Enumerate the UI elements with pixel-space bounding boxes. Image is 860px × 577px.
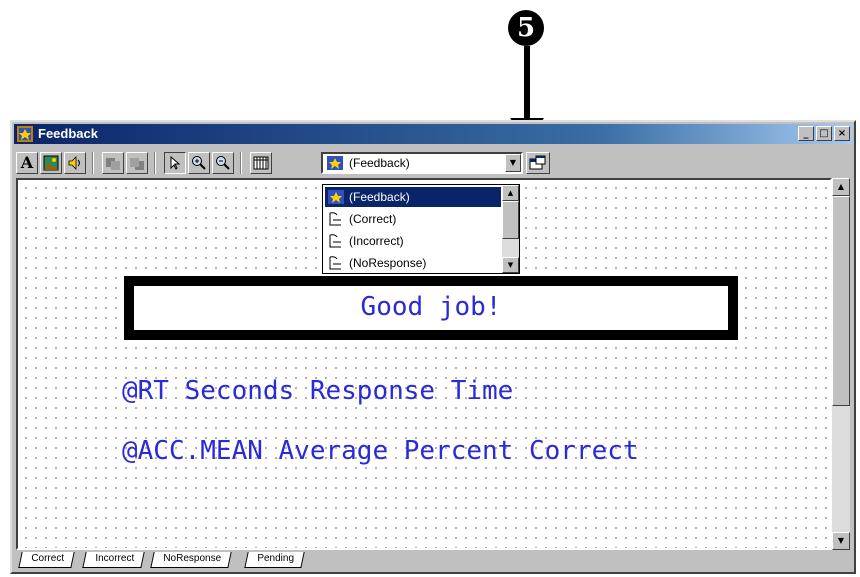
zoom-in-icon [192,156,206,170]
slide-state-icon [329,212,341,226]
zoom-out-button[interactable] [212,152,234,174]
dropdown-scroll-thumb[interactable] [502,201,519,239]
tab-noresponse[interactable]: NoResponse [150,552,232,568]
toolbar: A (Feedback) ▼ [14,148,852,176]
object-option[interactable]: (Feedback) [325,187,501,207]
window-title: Feedback [38,126,98,141]
properties-icon [529,155,546,170]
chevron-down-icon[interactable]: ▼ [505,154,521,172]
response-time-text[interactable]: @RT Seconds Response Time [122,376,513,406]
dropdown-scroll-up-button[interactable]: ▲ [502,185,519,201]
send-backward-button[interactable] [126,152,148,174]
object-selector-value: (Feedback) [349,156,410,170]
feedback-object-icon [327,156,343,170]
maximize-button[interactable]: □ [816,126,832,141]
scroll-thumb[interactable] [832,196,850,406]
object-option-label: (Incorrect) [349,234,404,248]
toolbar-separator [154,152,156,174]
object-option[interactable]: (NoResponse) [325,253,501,273]
text-tool-button[interactable]: A [16,152,38,174]
object-option-label: (Correct) [349,212,397,226]
minimize-button[interactable]: _ [798,126,814,141]
feedback-app-icon [17,126,33,142]
toolbar-separator [240,152,242,174]
scroll-down-button[interactable]: ▼ [832,532,850,550]
object-option-label: (NoResponse) [349,256,427,270]
toolbar-separator [92,152,94,174]
object-selector-list[interactable]: (Feedback) (Correct) (Incorrect) (NoResp… [322,184,520,274]
tab-pending[interactable]: Pending [244,552,305,568]
pointer-icon [170,155,181,170]
image-icon [43,155,59,171]
bring-forward-button[interactable] [102,152,124,174]
object-option[interactable]: (Incorrect) [325,231,501,251]
callout-number-badge: 5 [508,10,544,46]
accuracy-text[interactable]: @ACC.MEAN Average Percent Correct [122,436,639,466]
callout-arrow-shaft [524,46,530,120]
zoom-in-button[interactable] [188,152,210,174]
feedback-text-box[interactable]: Good job! [124,276,738,340]
feedback-window: Feedback _ □ × A (Feedback) ▼ Good job! … [10,120,856,574]
state-tabs: Correct Incorrect NoResponse Pending [16,552,836,572]
select-tool-button[interactable] [164,152,186,174]
tab-correct[interactable]: Correct [18,552,75,568]
sound-tool-button[interactable] [64,152,86,174]
vertical-scrollbar[interactable]: ▲ ▼ [832,178,850,550]
feedback-object-icon [328,190,344,204]
layer-backward-icon [130,158,144,170]
scroll-up-button[interactable]: ▲ [832,178,850,196]
dropdown-scrollbar[interactable]: ▲ ▼ [502,185,519,273]
object-selector-dropdown[interactable]: (Feedback) ▼ [321,152,523,174]
slide-state-icon [329,256,341,270]
title-bar[interactable]: Feedback _ □ × [14,124,852,144]
object-option[interactable]: (Correct) [325,209,501,229]
close-button[interactable]: × [834,126,850,141]
feedback-message: Good job! [360,292,502,322]
properties-button[interactable] [526,152,550,174]
slide-state-icon [329,234,341,248]
speaker-icon [68,156,80,170]
grid-icon [253,156,269,170]
dropdown-scroll-down-button[interactable]: ▼ [502,257,519,273]
tab-incorrect[interactable]: Incorrect [82,552,145,568]
layer-forward-icon [106,158,120,170]
zoom-out-icon [216,156,230,170]
object-option-label: (Feedback) [349,190,410,204]
grid-toggle-button[interactable] [250,152,272,174]
image-tool-button[interactable] [40,152,62,174]
